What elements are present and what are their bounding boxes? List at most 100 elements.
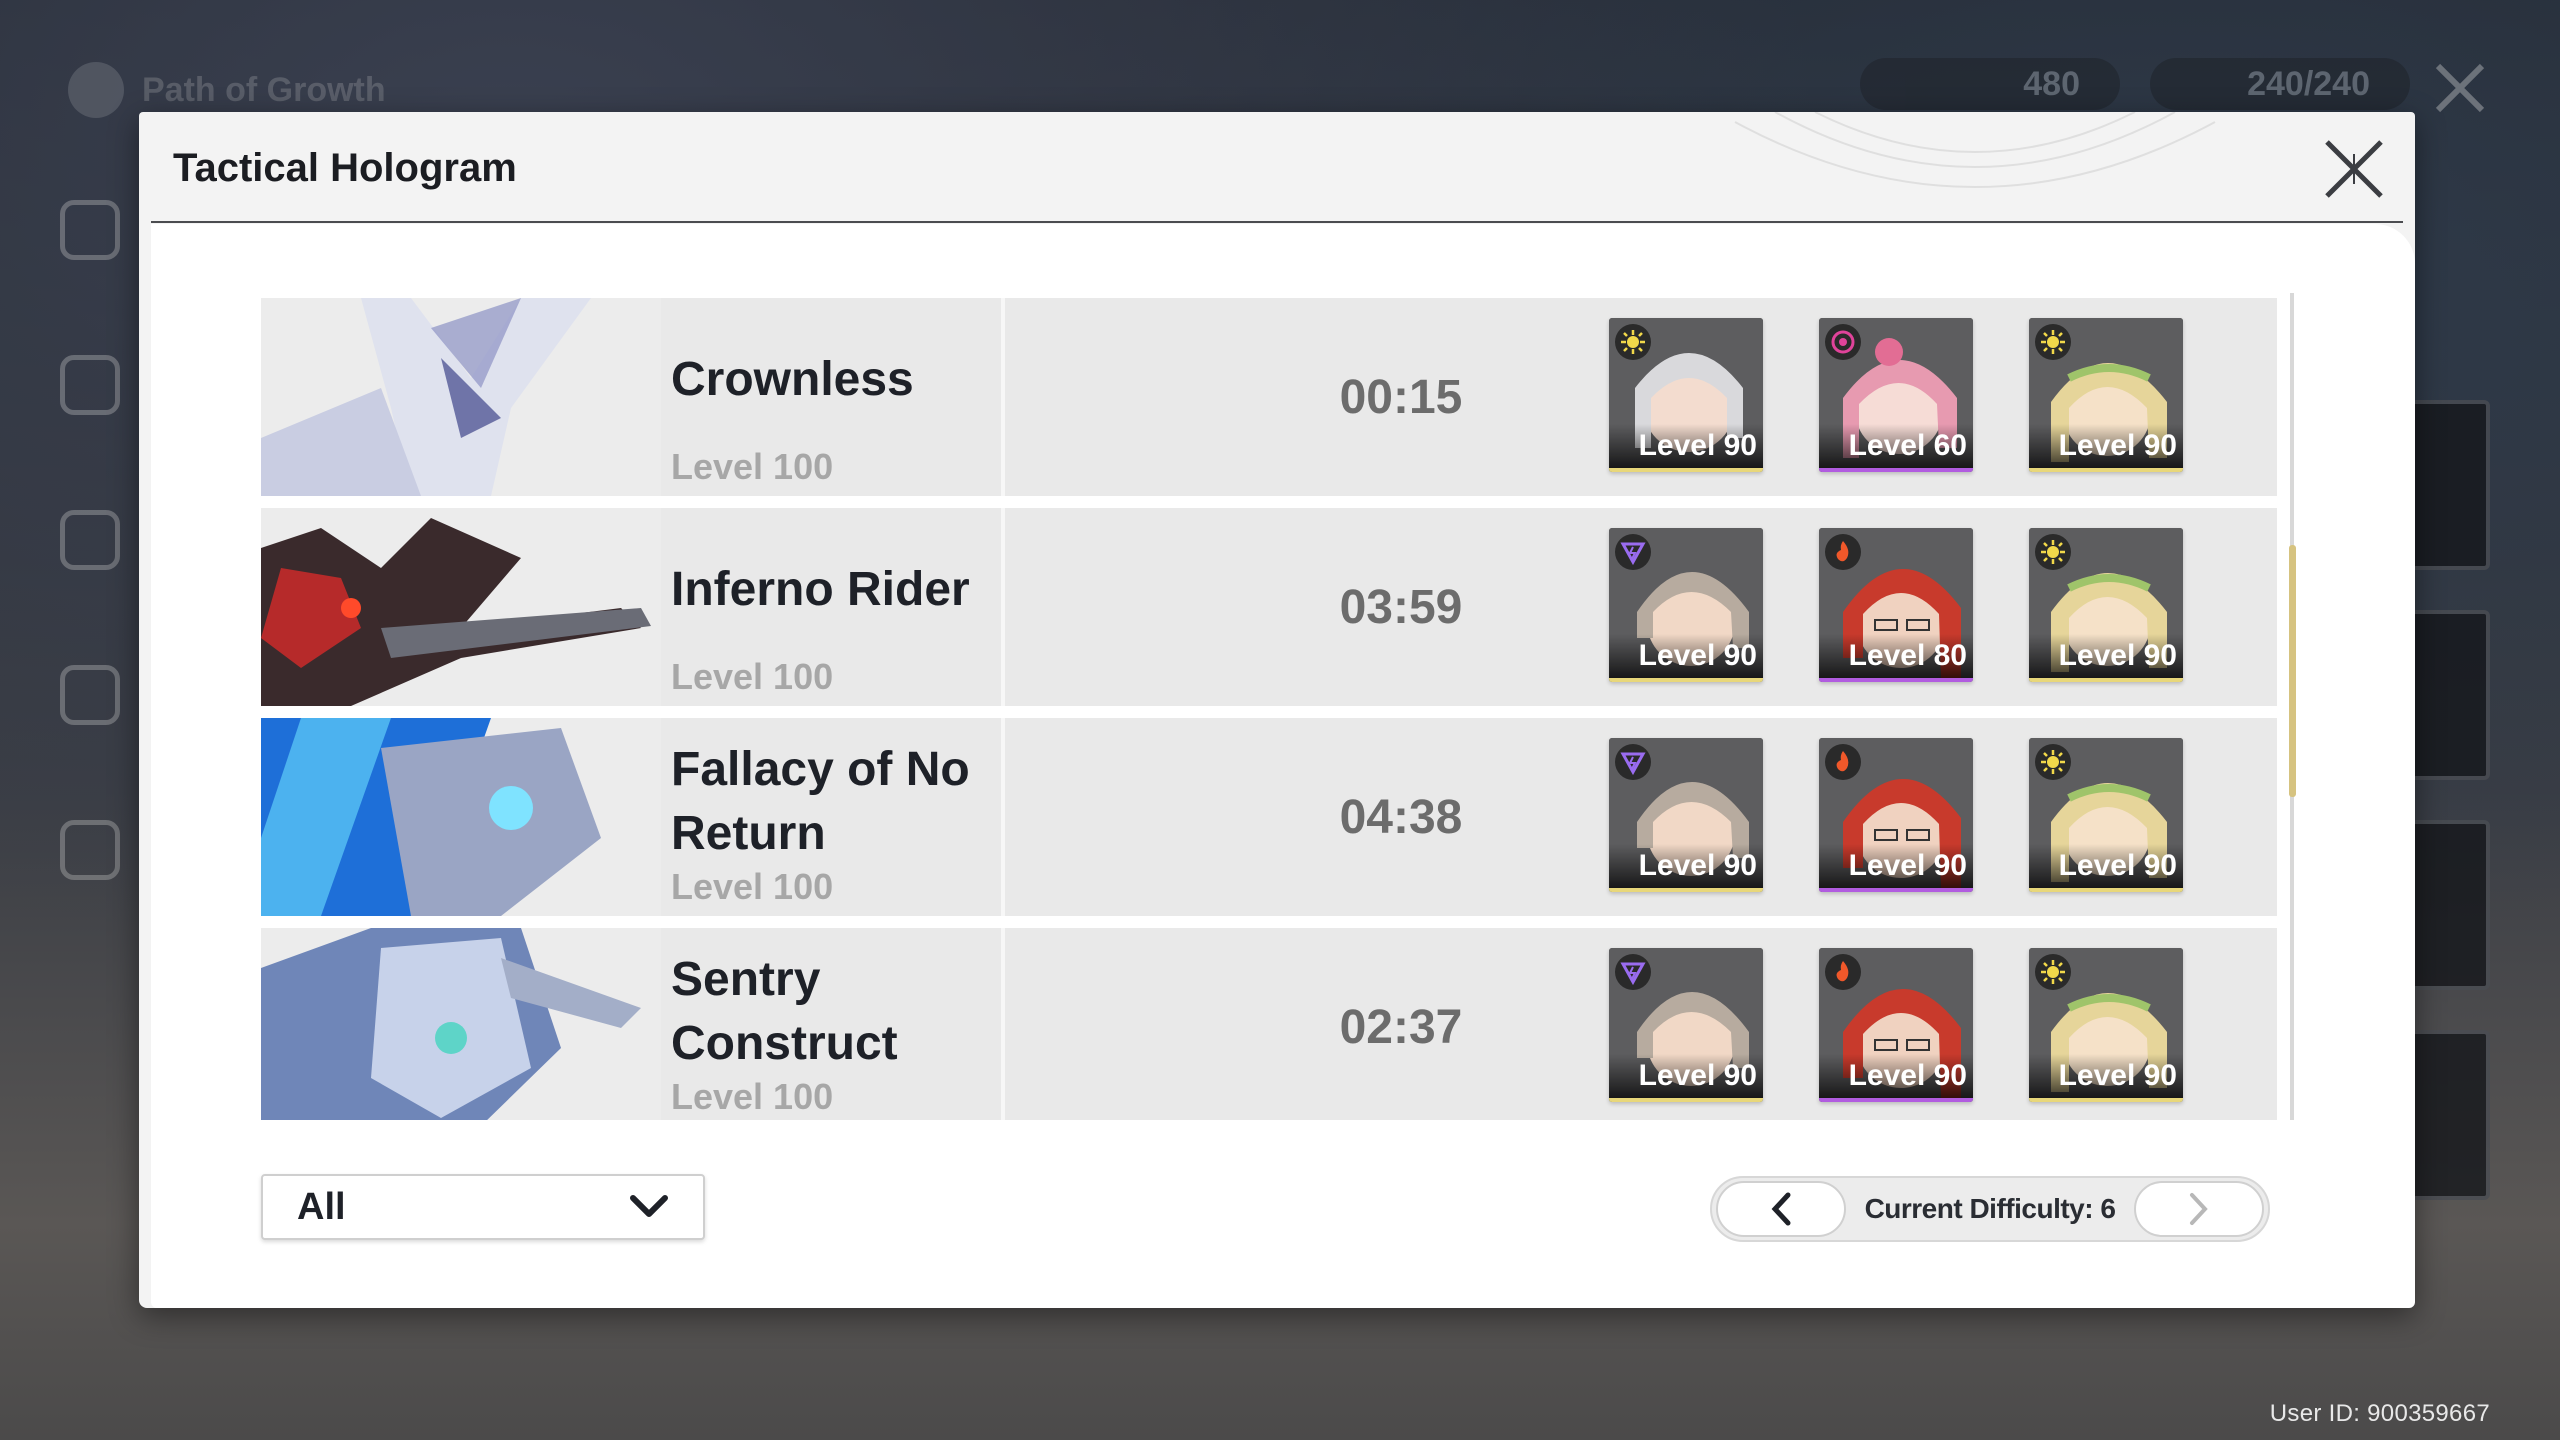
nav-icon bbox=[60, 510, 120, 570]
rarity-bar bbox=[1609, 888, 1763, 892]
spectro-element-icon bbox=[1615, 324, 1651, 360]
current-difficulty-label: Current Difficulty: 6 bbox=[1864, 1193, 2116, 1224]
character-avatar[interactable]: Level 90 bbox=[2029, 318, 2183, 472]
boss-name: Sentry Construct bbox=[671, 953, 898, 1070]
filter-selected-value: All bbox=[297, 1185, 346, 1228]
boss-row[interactable]: Fallacy of No Return Level 100 04:38 Lev… bbox=[261, 718, 2277, 916]
row-divider bbox=[1001, 928, 1005, 1120]
spectro-element-icon bbox=[2035, 324, 2071, 360]
character-level: Level 90 bbox=[1819, 1054, 1973, 1098]
boss-portrait-inferno-rider bbox=[261, 508, 661, 706]
boss-level: Level 100 bbox=[671, 866, 834, 907]
boss-portrait-crownless bbox=[261, 298, 661, 496]
character-avatar[interactable]: Level 90 bbox=[1609, 738, 1763, 892]
character-avatar[interactable]: Level 80 bbox=[1819, 528, 1973, 682]
character-level: Level 90 bbox=[1819, 844, 1973, 888]
electro-element-icon bbox=[1615, 954, 1651, 990]
background-close-icon bbox=[2435, 63, 2485, 113]
rarity-bar bbox=[2029, 678, 2183, 682]
character-avatar[interactable]: Level 90 bbox=[2029, 528, 2183, 682]
fusion-element-icon bbox=[1825, 534, 1861, 570]
chevron-left-icon bbox=[1771, 1192, 1791, 1226]
character-avatar[interactable]: Level 90 bbox=[1609, 318, 1763, 472]
electro-element-icon bbox=[1615, 534, 1651, 570]
character-level: Level 60 bbox=[1819, 424, 1973, 468]
boss-portrait-sentry-construct bbox=[261, 928, 661, 1120]
electro-element-icon bbox=[1615, 744, 1651, 780]
boss-level: Level 100 bbox=[671, 656, 834, 697]
background-side-nav bbox=[60, 200, 140, 975]
rarity-bar bbox=[1819, 1098, 1973, 1102]
boss-name: Crownless bbox=[671, 353, 914, 406]
filter-dropdown[interactable]: All bbox=[261, 1174, 705, 1240]
title-divider bbox=[151, 221, 2403, 223]
boss-info: Fallacy of No Return Level 100 bbox=[661, 718, 1001, 916]
clear-time: 00:15 bbox=[1339, 370, 1463, 424]
decorative-swirl bbox=[1734, 112, 2216, 188]
clear-time: 04:38 bbox=[1339, 790, 1463, 844]
team-lineup: Level 90 Level 80 Level 90 bbox=[1609, 528, 2183, 682]
character-avatar[interactable]: Level 90 bbox=[1609, 528, 1763, 682]
team-lineup: Level 90 Level 60 Level 90 bbox=[1609, 318, 2183, 472]
character-level: Level 90 bbox=[1609, 634, 1763, 678]
boss-level: Level 100 bbox=[671, 446, 834, 487]
path-icon bbox=[68, 62, 124, 118]
rarity-bar bbox=[1609, 1098, 1763, 1102]
character-avatar[interactable]: Level 90 bbox=[2029, 738, 2183, 892]
rarity-bar bbox=[1819, 468, 1973, 472]
boss-name: Fallacy of No Return bbox=[671, 743, 970, 860]
fusion-element-icon bbox=[1825, 744, 1861, 780]
chevron-right-icon bbox=[2189, 1193, 2208, 1225]
character-level: Level 90 bbox=[1609, 424, 1763, 468]
boss-info: Inferno Rider Level 100 bbox=[661, 508, 1001, 706]
resource-counter: 480 bbox=[1860, 58, 2120, 110]
character-avatar[interactable]: Level 90 bbox=[1819, 738, 1973, 892]
boss-row[interactable]: Sentry Construct Level 100 02:37 Level 9… bbox=[261, 928, 2277, 1120]
nav-icon bbox=[60, 820, 120, 880]
background-resources: 480 240/240 bbox=[1860, 58, 2410, 110]
character-avatar[interactable]: Level 90 bbox=[1819, 948, 1973, 1102]
difficulty-next-button[interactable] bbox=[2133, 1181, 2264, 1237]
character-level: Level 90 bbox=[2029, 844, 2183, 888]
row-divider bbox=[1001, 718, 1005, 916]
character-avatar[interactable]: Level 90 bbox=[1609, 948, 1763, 1102]
team-lineup: Level 90 Level 90 Level 90 bbox=[1609, 948, 2183, 1102]
difficulty-prev-button[interactable] bbox=[1716, 1181, 1846, 1237]
nav-icon bbox=[60, 665, 120, 725]
rarity-bar bbox=[1609, 468, 1763, 472]
nav-icon bbox=[60, 200, 120, 260]
character-level: Level 90 bbox=[1609, 1054, 1763, 1098]
boss-list: Crownless Level 100 00:15 Level 90 Level… bbox=[261, 298, 2277, 1120]
row-divider bbox=[1001, 508, 1005, 706]
user-id: User ID: 900359667 bbox=[2269, 1400, 2490, 1427]
boss-info: Sentry Construct Level 100 bbox=[661, 928, 1001, 1120]
character-level: Level 90 bbox=[2029, 424, 2183, 468]
nav-icon bbox=[60, 355, 120, 415]
rarity-bar bbox=[1819, 888, 1973, 892]
close-icon[interactable] bbox=[2319, 134, 2389, 204]
boss-info: Crownless Level 100 bbox=[661, 298, 1001, 496]
spectro-element-icon bbox=[2035, 744, 2071, 780]
rarity-bar bbox=[1819, 678, 1973, 682]
team-lineup: Level 90 Level 90 Level 90 bbox=[1609, 738, 2183, 892]
character-level: Level 90 bbox=[1609, 844, 1763, 888]
fusion-element-icon bbox=[1825, 954, 1861, 990]
character-level: Level 90 bbox=[2029, 634, 2183, 678]
character-level: Level 80 bbox=[1819, 634, 1973, 678]
clear-time: 03:59 bbox=[1339, 580, 1463, 634]
boss-row[interactable]: Crownless Level 100 00:15 Level 90 Level… bbox=[261, 298, 2277, 496]
clear-time: 02:37 bbox=[1339, 1000, 1463, 1054]
list-scrollbar-thumb[interactable] bbox=[2289, 545, 2296, 797]
modal-title: Tactical Hologram bbox=[173, 146, 517, 190]
difficulty-selector: Current Difficulty: 6 bbox=[1710, 1176, 2270, 1242]
havoc-element-icon bbox=[1825, 324, 1861, 360]
boss-row[interactable]: Inferno Rider Level 100 03:59 Level 90 L… bbox=[261, 508, 2277, 706]
boss-portrait-fallacy-of-no-return bbox=[261, 718, 661, 916]
rarity-bar bbox=[2029, 1098, 2183, 1102]
background-page-title: Path of Growth bbox=[68, 62, 386, 118]
rarity-bar bbox=[2029, 888, 2183, 892]
character-level: Level 90 bbox=[2029, 1054, 2183, 1098]
character-avatar[interactable]: Level 60 bbox=[1819, 318, 1973, 472]
row-divider bbox=[1001, 298, 1005, 496]
character-avatar[interactable]: Level 90 bbox=[2029, 948, 2183, 1102]
